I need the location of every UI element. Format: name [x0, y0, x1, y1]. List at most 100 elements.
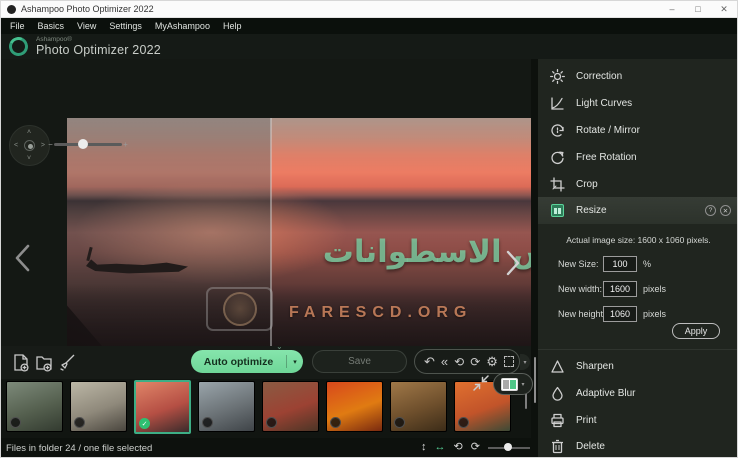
history-tools-group: ↶ « ⟲ ⟳ ⚙ [414, 349, 520, 374]
tool-sharpen[interactable]: Sharpen [538, 353, 737, 380]
status-bar: Files in folder 24 / one file selected ↕… [1, 438, 531, 457]
new-width-unit: pixels [643, 284, 667, 294]
tool-adaptive-blur[interactable]: Adaptive Blur [538, 380, 737, 407]
menu-basics[interactable]: Basics [38, 21, 65, 31]
resize-icon [550, 204, 565, 217]
menu-file[interactable]: File [10, 21, 25, 31]
close-button[interactable]: ✕ [711, 1, 737, 17]
correction-sun-icon [550, 69, 565, 84]
thumbnail-autumn-leaves[interactable] [326, 381, 383, 432]
compare-view-mode-button[interactable]: ▾ [493, 373, 533, 395]
app-window: Ashampoo Photo Optimizer 2022 – □ ✕ File… [0, 0, 738, 458]
auto-optimize-button[interactable]: Auto optimize ▾ [191, 350, 303, 373]
split-view-icon [501, 377, 519, 391]
resize-close-button[interactable]: ✕ [720, 205, 731, 216]
minimize-button[interactable]: – [659, 1, 685, 17]
thumbnail-checkbox[interactable] [458, 417, 469, 428]
pan-left-icon[interactable]: ˂ [14, 142, 18, 149]
flip-vertical-icon[interactable]: ↕ [421, 441, 427, 453]
tool-resize[interactable]: Resize ? ✕ [538, 197, 737, 224]
rotate-reset-left-icon[interactable]: ⟲ [454, 356, 464, 368]
resize-help-button[interactable]: ? [705, 205, 716, 216]
view-mode-caret-icon[interactable]: ▾ [521, 381, 524, 388]
zoom-slider[interactable]: − + [47, 138, 129, 150]
tool-crop[interactable]: Crop [538, 171, 737, 198]
zoom-slider-track[interactable] [54, 139, 122, 149]
apply-button[interactable]: Apply [672, 323, 720, 339]
next-image-button[interactable] [504, 250, 522, 276]
save-button[interactable]: Save [312, 350, 407, 373]
menu-view[interactable]: View [77, 21, 96, 31]
selection-frame-icon[interactable] [503, 356, 514, 367]
photo-boat-silhouette [86, 246, 188, 279]
tool-delete[interactable]: Delete [538, 433, 737, 457]
flip-horizontal-icon[interactable]: ↔ [435, 441, 446, 453]
thumbnail-temple-ruins[interactable] [6, 381, 63, 432]
auto-optimize-caret-icon[interactable]: ▾ [287, 358, 303, 366]
new-height-unit: pixels [643, 309, 667, 319]
status-text: Files in folder 24 / one file selected [6, 442, 153, 454]
thumbnail-checkbox[interactable] [74, 417, 85, 428]
thumbnail-checkbox[interactable] [330, 417, 341, 428]
thumbnail-checkbox[interactable] [202, 417, 213, 428]
add-folder-button[interactable] [35, 353, 53, 372]
auto-optimize-label: Auto optimize [203, 355, 274, 368]
pan-right-icon[interactable]: ˃ [41, 142, 45, 149]
pan-center-dot[interactable] [27, 143, 33, 149]
watermark-arabic: فارس الاسطوانات [322, 234, 531, 270]
pan-navigator[interactable]: ˄ ˅ ˂ ˃ [9, 125, 50, 166]
thumbnail-size-slider[interactable] [487, 440, 530, 454]
new-height-label: New height: [558, 309, 606, 319]
tool-print[interactable]: Print [538, 407, 737, 434]
rotate-left-icon[interactable]: ⟲ [454, 441, 463, 453]
tool-correction[interactable]: Correction [538, 63, 737, 90]
zoom-out-icon[interactable]: − [47, 140, 54, 149]
history-group-caret-icon[interactable]: ▾ [520, 354, 530, 370]
watermark-latin: FARESCD.ORG [289, 304, 473, 321]
window-title: Ashampoo Photo Optimizer 2022 [21, 4, 154, 14]
filmstrip: ✓ [1, 379, 531, 438]
thumbnail-mushrooms[interactable] [390, 381, 447, 432]
new-height-input[interactable] [603, 306, 637, 322]
zoom-in-icon[interactable]: + [122, 140, 129, 149]
menu-settings[interactable]: Settings [109, 21, 142, 31]
thumbnail-sunset-boat[interactable]: ✓ [134, 380, 191, 434]
cleanup-brush-button[interactable] [58, 353, 77, 372]
thumbnail-checkbox[interactable]: ✓ [139, 418, 150, 429]
menu-help[interactable]: Help [223, 21, 242, 31]
new-size-unit: % [643, 259, 652, 269]
new-size-input[interactable] [603, 256, 637, 272]
panel-scrollbar[interactable] [534, 357, 536, 403]
thumbnail-tree-branch[interactable] [198, 381, 255, 432]
previous-image-button[interactable] [12, 243, 34, 273]
thumbnail-checkbox[interactable] [10, 417, 21, 428]
print-icon [550, 413, 565, 428]
undo-icon[interactable]: ↶ [424, 355, 435, 368]
thumbnail-horse-fence[interactable] [262, 381, 319, 432]
add-files-button[interactable] [12, 353, 30, 372]
new-size-label: New Size: [558, 259, 599, 269]
thumbnail-size-knob[interactable] [503, 443, 512, 451]
tool-light-curves[interactable]: Light Curves [538, 90, 737, 117]
thumbnail-checkbox[interactable] [266, 417, 277, 428]
rotate-right-icon[interactable]: ⟳ [471, 441, 480, 453]
bottom-toolbar: ⌄ Auto optimize ▾ Save ↶ « ⟲ ⟳ ⚙ ▾ [1, 342, 531, 379]
actual-image-size-text: Actual image size: 1600 x 1060 pixels. [566, 235, 711, 245]
undo-all-icon[interactable]: « [441, 355, 448, 368]
new-width-input[interactable] [603, 281, 637, 297]
fit-to-screen-icon[interactable] [472, 374, 490, 397]
tool-rotate-mirror[interactable]: Rotate / Mirror [538, 117, 737, 144]
adaptive-blur-drop-icon [550, 386, 565, 401]
pan-up-icon[interactable]: ˄ [27, 129, 31, 136]
settings-gear-icon[interactable]: ⚙ [486, 355, 498, 368]
delete-trash-icon [550, 439, 565, 454]
zoom-slider-knob[interactable] [78, 139, 88, 149]
rotate-reset-right-icon[interactable]: ⟳ [470, 356, 480, 368]
maximize-button[interactable]: □ [685, 1, 711, 17]
rotate-mirror-icon [550, 123, 565, 138]
thumbnail-cat[interactable] [70, 381, 127, 432]
thumbnail-checkbox[interactable] [394, 417, 405, 428]
pan-down-icon[interactable]: ˅ [27, 155, 31, 162]
menu-myashampoo[interactable]: MyAshampoo [155, 21, 210, 31]
tool-free-rotation[interactable]: Free Rotation [538, 144, 737, 171]
